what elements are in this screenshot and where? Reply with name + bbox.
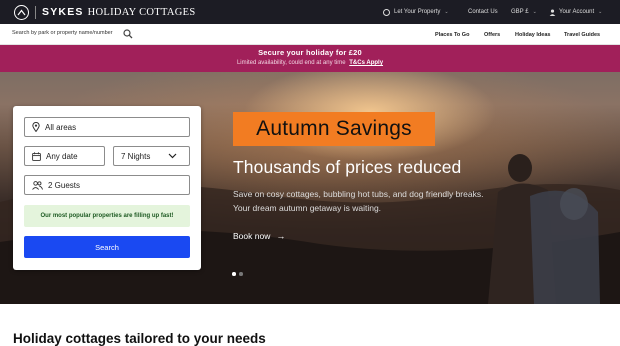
carousel-dot-active[interactable] [232,272,236,276]
nav-holiday-ideas[interactable]: Holiday Ideas [515,24,550,45]
promo-subtext-label: Limited availability, could end at any t… [236,60,346,66]
logo-mark-icon [14,4,29,20]
chevron-down-icon [168,153,177,159]
section-heading: Holiday cottages tailored to your needs [13,331,266,346]
nav-label: Holiday Ideas [515,31,551,38]
promo-badge: Autumn Savings [233,112,435,146]
search-button-label: Search [95,242,119,252]
chevron-down-icon: ⌄ [598,9,603,15]
location-pin-icon [32,122,40,132]
guests-icon [32,180,43,190]
guests-value: 2 Guests [48,180,81,190]
badge-text: Autumn Savings [256,117,412,140]
promo-banner: Secure your holiday for £20 Limited avai… [0,45,620,72]
hero-heading: Thousands of prices reduced [233,157,462,177]
hero-description-line-2: Your dream autumn getaway is waiting. [233,203,382,213]
notice-text: Our most popular properties are filling … [40,213,174,219]
hero-description-line-1: Save on cosy cottages, bubbling hot tubs… [233,189,484,199]
chevron-down-icon: ⌄ [532,9,537,15]
logo-divider [35,5,36,19]
nav-label: Travel Guides [564,31,601,38]
calendar-icon [32,151,41,161]
date-field[interactable]: Any date [24,146,105,166]
account-menu[interactable]: Your Account ⌄ [549,0,602,24]
sykes-logo[interactable]: SYKES HOLIDAY COTTAGES [14,4,196,20]
book-now-link[interactable]: Book now → [233,231,285,241]
search-bar-row: Search by park or property name/number P… [0,24,620,45]
logo-text: SYKES HOLIDAY COTTAGES [42,6,196,18]
house-icon [383,8,390,16]
let-property-label: Let Your Property [394,9,441,15]
date-value: Any date [46,151,78,161]
guests-field[interactable]: 2 Guests [24,175,190,195]
contact-link[interactable]: Contact Us [468,0,498,24]
let-property-link[interactable]: Let Your Property ⌄ [383,0,449,24]
nav-label: Places To Go [435,31,470,38]
nav-label: Offers [484,31,501,38]
arrow-right-icon: → [276,231,286,241]
nights-value: 7 Nights [121,151,151,161]
search-icon[interactable] [123,29,133,39]
location-field[interactable]: All areas [24,117,190,137]
currency-label: GBP £ [511,9,529,15]
terms-link[interactable]: T&Cs Apply [349,60,383,66]
currency-selector[interactable]: GBP £ ⌄ [511,0,537,24]
account-label: Your Account [559,9,595,15]
nav-offers[interactable]: Offers [484,24,500,45]
property-search-input[interactable]: Search by park or property name/number [12,30,113,36]
top-bar: SYKES HOLIDAY COTTAGES Let Your Property … [0,0,620,24]
chevron-down-icon: ⌄ [444,9,449,15]
search-placeholder: Search by park or property name/number [12,30,113,36]
book-now-label: Book now [233,231,271,241]
nav-travel-guides[interactable]: Travel Guides [564,24,600,45]
location-value: All areas [45,122,77,132]
promo-subtext: Limited availability, could end at any t… [0,60,620,66]
user-icon [549,9,556,16]
search-button[interactable]: Search [24,236,190,258]
nights-select[interactable]: 7 Nights [113,146,190,166]
nav-places-to-go[interactable]: Places To Go [435,24,469,45]
promo-headline: Secure your holiday for £20 [258,48,362,57]
contact-label: Contact Us [468,9,498,15]
availability-notice: Our most popular properties are filling … [24,205,190,227]
hikers-silhouette [488,154,600,304]
carousel-dot[interactable] [239,272,243,276]
